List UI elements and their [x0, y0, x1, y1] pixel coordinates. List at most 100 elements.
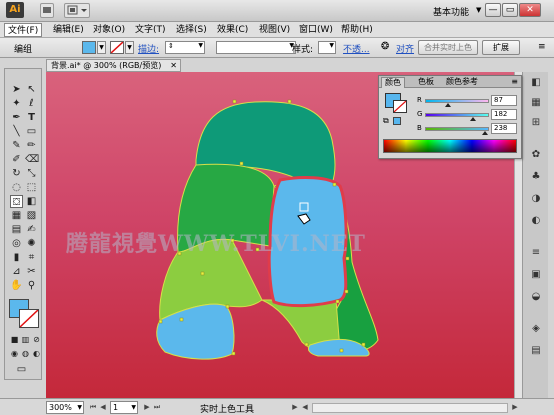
align-link[interactable]: 对齐 [396, 42, 414, 55]
brushes-panel-icon[interactable]: ✿ [529, 148, 543, 162]
mesh-tool-icon[interactable]: ▧ [25, 209, 38, 222]
draw-inside-icon[interactable]: ◐ [30, 347, 43, 360]
screen-mode-icon[interactable]: ▭ [15, 363, 28, 376]
menu-select[interactable]: 选择(S) [173, 23, 210, 37]
pen-tool-icon[interactable]: ✒ [10, 111, 23, 124]
tab-color[interactable]: 颜色 [381, 77, 405, 88]
blue-thumb[interactable] [482, 131, 488, 135]
paintbrush-tool-icon[interactable]: ✎ [10, 139, 23, 152]
stroke-swatch[interactable] [110, 41, 124, 54]
blue-track[interactable] [425, 127, 489, 131]
selection-tool-icon[interactable]: ➤ [10, 83, 23, 96]
perspective-grid-tool-icon[interactable]: ▦ [10, 209, 23, 222]
maximize-button[interactable]: ▭ [502, 3, 518, 17]
graphic-styles-icon[interactable]: ◑ [529, 192, 543, 206]
layers-panel-icon[interactable]: ◈ [529, 322, 543, 336]
blue-slider[interactable]: B 238 [417, 123, 519, 135]
fill-swatch[interactable] [82, 41, 96, 54]
green-value[interactable]: 182 [491, 109, 517, 120]
artboard-tool-icon[interactable]: ⌗ [25, 251, 38, 264]
symbols-panel-icon[interactable]: ♣ [529, 170, 543, 184]
mini-fill-swatch[interactable] [393, 117, 401, 125]
next-artboard-icon[interactable]: ▶ [142, 402, 152, 413]
horizontal-scrollbar[interactable] [312, 403, 508, 413]
color-panel-icon[interactable]: ◧ [529, 76, 543, 90]
red-thumb[interactable] [445, 103, 451, 107]
zoom-field[interactable]: 300% ▼ [46, 401, 84, 414]
first-artboard-icon[interactable]: ⏮ [88, 402, 98, 413]
green-thumb[interactable] [470, 117, 476, 121]
red-track[interactable] [425, 99, 489, 103]
previous-artboard-icon[interactable]: ◀ [98, 402, 108, 413]
panel-stroke-swatch[interactable] [393, 100, 407, 113]
control-menu-icon[interactable]: ≡ [538, 42, 546, 52]
fill-dropdown[interactable]: ▼ [97, 41, 106, 54]
direct-selection-tool-icon[interactable]: ↖ [25, 83, 38, 96]
menu-help[interactable]: 帮助(H) [338, 23, 376, 37]
menu-type[interactable]: 文字(T) [132, 23, 169, 37]
transparency-panel-icon[interactable]: ◒ [529, 290, 543, 304]
lasso-tool-icon[interactable]: ℓ [25, 97, 38, 110]
minimize-button[interactable]: — [485, 3, 501, 17]
color-spectrum[interactable] [383, 139, 517, 153]
slice-tool-icon[interactable]: ⊿ [10, 265, 23, 278]
none-mode-icon[interactable]: ⊘ [30, 333, 43, 346]
workspace-switcher[interactable]: 基本功能 [433, 5, 469, 18]
style-picker[interactable]: ▼ [318, 41, 336, 54]
stroke-color-box[interactable] [19, 309, 39, 328]
line-tool-icon[interactable]: ╲ [10, 125, 23, 138]
variable-width-profile[interactable]: ▼ [216, 41, 296, 54]
green-track[interactable] [425, 113, 489, 117]
stroke-dropdown[interactable]: ▼ [125, 41, 134, 54]
scroll-right-icon[interactable]: ▶ [510, 402, 520, 413]
bridge-icon[interactable] [40, 3, 54, 18]
menu-view[interactable]: 视图(V) [256, 23, 293, 37]
menu-edit[interactable]: 编辑(E) [50, 23, 87, 37]
stroke-panel-icon[interactable]: ≡ [529, 246, 543, 260]
last-artboard-icon[interactable]: ⏭ [152, 402, 162, 413]
green-slider[interactable]: G 182 [417, 109, 519, 121]
column-graph-tool-icon[interactable]: ▮ [10, 251, 23, 264]
gradient-tool-icon[interactable]: ▤ [10, 223, 23, 236]
blue-value[interactable]: 238 [491, 123, 517, 134]
hand-tool-icon[interactable]: ✋ [10, 279, 23, 292]
pencil-tool-icon[interactable]: ✏ [25, 139, 38, 152]
expand-button[interactable]: 扩展 [482, 40, 520, 55]
rotate-tool-icon[interactable]: ↻ [10, 167, 23, 180]
gradient-panel-icon[interactable]: ▣ [529, 268, 543, 282]
close-tab-icon[interactable]: ✕ [170, 60, 177, 71]
scale-tool-icon[interactable]: ⤡ [25, 167, 38, 180]
color-guide-icon[interactable]: ⊞ [529, 116, 543, 130]
free-transform-tool-icon[interactable]: ⬚ [25, 181, 38, 194]
artboards-panel-icon[interactable]: ▤ [529, 344, 543, 358]
artboard-number-field[interactable]: 1 ▼ [110, 401, 138, 414]
zoom-tool-icon[interactable]: ⚲ [25, 279, 38, 292]
scissors-tool-icon[interactable]: ✂ [25, 265, 38, 278]
magic-wand-tool-icon[interactable]: ✦ [10, 97, 23, 110]
scroll-left-icon[interactable]: ◀ [300, 402, 310, 413]
type-tool-icon[interactable]: T [25, 111, 38, 124]
menu-object[interactable]: 对象(O) [90, 23, 128, 37]
close-button[interactable]: ✕ [519, 3, 541, 17]
status-menu-icon[interactable]: ▶ [290, 402, 300, 413]
panel-menu-icon[interactable]: ≡ [511, 77, 518, 86]
opacity-link[interactable]: 不透... [343, 42, 370, 55]
menu-window[interactable]: 窗口(W) [296, 23, 336, 37]
eraser-tool-icon[interactable]: ⌫ [25, 153, 39, 166]
live-paint-bucket-tool-icon[interactable]: ⛋ [10, 195, 23, 208]
menu-effect[interactable]: 效果(C) [214, 23, 251, 37]
warp-tool-icon[interactable]: ◌ [10, 181, 23, 194]
blend-tool-icon[interactable]: ◎ [10, 237, 23, 250]
tab-swatches[interactable]: 色板 [415, 77, 437, 88]
red-value[interactable]: 87 [491, 95, 517, 106]
rectangle-tool-icon[interactable]: ▭ [25, 125, 38, 138]
menu-file[interactable]: 文件(F) [4, 23, 43, 37]
appearance-panel-icon[interactable]: ◐ [529, 214, 543, 228]
blob-brush-tool-icon[interactable]: ✐ [10, 153, 23, 166]
stroke-weight-field[interactable]: ⇕ ▼ [165, 41, 205, 54]
shape-builder-tool-icon[interactable]: ◧ [25, 195, 38, 208]
stroke-label[interactable]: 描边: [138, 42, 159, 55]
tab-color-guide[interactable]: 颜色参考 [443, 77, 481, 88]
arrange-documents-icon[interactable] [64, 3, 90, 18]
merge-live-paint-button[interactable]: 合并实时上色 [418, 40, 478, 55]
